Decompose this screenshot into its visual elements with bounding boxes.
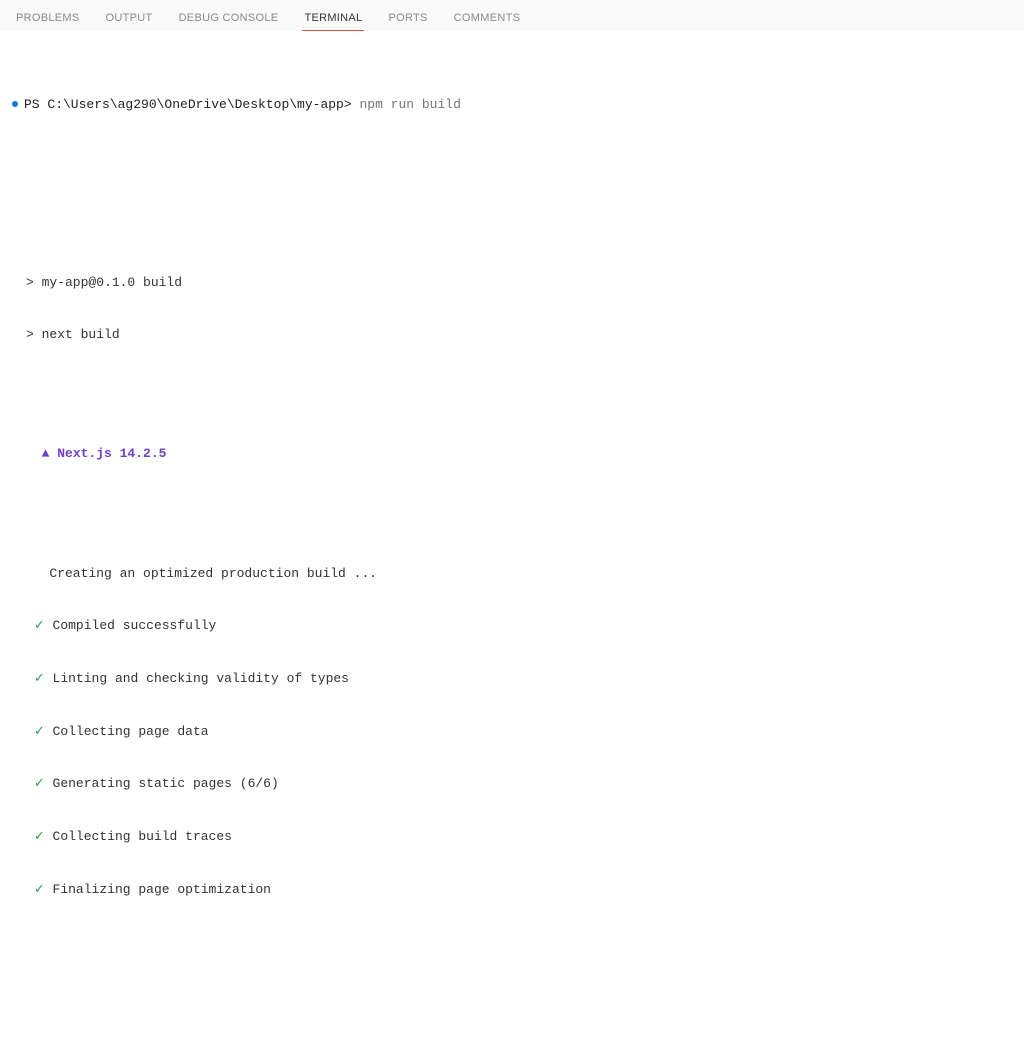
check-icon: ✓ [34,776,45,791]
dirty-indicator-icon [12,101,18,107]
tab-terminal[interactable]: TERMINAL [302,8,364,31]
tab-problems[interactable]: PROBLEMS [14,8,82,31]
build-step-compiled: ✓ Compiled successfully [26,617,1012,635]
nextjs-version: ▲ Next.js 14.2.5 [42,446,167,461]
build-output: > my-app@0.1.0 build > next build ▲ Next… [26,238,1012,933]
build-step-collecting-page: ✓ Collecting page data [26,723,1012,741]
build-step-collecting-traces: ✓ Collecting build traces [26,828,1012,846]
npm-script-cmd: > next build [26,326,1012,344]
build-step-linting: ✓ Linting and checking validity of types [26,670,1012,688]
tab-debug-console[interactable]: DEBUG CONSOLE [177,8,281,31]
check-icon: ✓ [34,829,45,844]
check-icon: ✓ [34,882,45,897]
tab-ports[interactable]: PORTS [386,8,429,31]
tab-comments[interactable]: COMMENTS [452,8,523,31]
build-step-generating: ✓ Generating static pages (6/6) [26,775,1012,793]
check-icon: ✓ [34,724,45,739]
typed-command: npm run build [359,96,460,114]
check-icon: ✓ [34,671,45,686]
prompt-line-1: PS C:\Users\ag290\OneDrive\Desktop\my-ap… [12,96,1012,114]
terminal-output[interactable]: PS C:\Users\ag290\OneDrive\Desktop\my-ap… [0,31,1024,1058]
build-step-creating: Creating an optimized production build .… [26,565,1012,583]
tab-output[interactable]: OUTPUT [104,8,155,31]
npm-script-name: > my-app@0.1.0 build [26,274,1012,292]
build-step-finalizing: ✓ Finalizing page optimization [26,881,1012,899]
panel-tabs: PROBLEMS OUTPUT DEBUG CONSOLE TERMINAL P… [0,0,1024,31]
route-table: Route (app)SizeFirst Load JS ┌ ○ /149 B8… [26,1053,1012,1058]
shell-prompt: PS C:\Users\ag290\OneDrive\Desktop\my-ap… [24,96,359,114]
check-icon: ✓ [34,618,45,633]
